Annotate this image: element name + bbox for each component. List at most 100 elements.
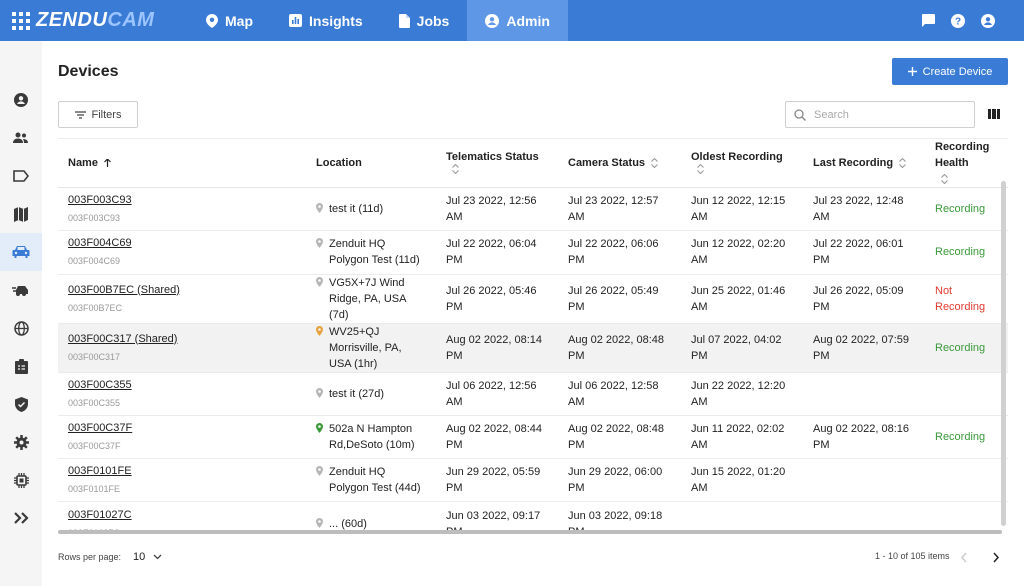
sidebar-item-groups[interactable] [0,119,42,157]
sort-ascending-icon[interactable] [104,159,111,168]
nav-label: Insights [309,12,363,29]
device-name-link[interactable]: 003F00C37F [68,420,296,436]
rows-per-page-select[interactable]: 10 [133,551,162,563]
sidebar-item-hardware[interactable] [0,461,42,499]
apps-grid-icon[interactable] [12,11,30,30]
columns-toggle-icon[interactable] [988,109,1000,119]
device-name-link[interactable]: 003F004C69 [68,235,296,251]
sidebar-item-security[interactable] [0,385,42,423]
filters-button[interactable]: Filters [58,101,138,128]
sort-unsorted-icon[interactable] [899,158,906,169]
device-name-link[interactable]: 003F00C355 [68,377,296,393]
device-serial: 003F00C355 [68,397,121,408]
nav-item-map[interactable]: Map [188,0,271,41]
sort-unsorted-icon[interactable] [651,158,658,169]
devices-table-container: Name Location Telematics Status Camera S… [58,138,1008,533]
vertical-scrollbar[interactable] [1001,181,1006,526]
column-header-label: Recording Health [935,141,990,169]
cell-oldest-recording: Jun 12 2022, 02:20 AM [681,230,803,275]
cell-oldest-recording: Jun 12 2022, 12:15 AM [681,187,803,232]
location-text: Zenduit HQ Polygon Test (44d) [329,466,421,495]
previous-page-button[interactable] [960,550,968,568]
table-row[interactable]: 003F00C37F 003F00C37F 502a N Hampton Rd,De… [58,415,1008,460]
filter-lines-icon [74,110,86,119]
sidebar-item-tags[interactable] [0,157,42,195]
cell-last-recording [803,501,925,533]
cell-last-recording [803,372,925,416]
column-header-name[interactable]: Name [58,139,306,188]
sort-unsorted-icon[interactable] [452,164,459,175]
map-pin-icon [206,13,218,28]
table-row[interactable]: 003F0101FE 003F0101FE Zenduit HQ Polygon T… [58,458,1008,503]
column-header-oldest-recording[interactable]: Oldest Recording [681,139,803,188]
devices-table: Name Location Telematics Status Camera S… [58,139,1008,533]
cell-last-recording: Aug 02 2022, 08:16 PM [803,415,925,460]
sidebar-item-settings[interactable] [0,423,42,461]
nav-label: Map [225,12,253,29]
cell-recording-health [925,501,1008,533]
cell-last-recording: Aug 02 2022, 07:59 PM [803,323,925,373]
cell-oldest-recording: Jun 25 2022, 01:46 AM [681,274,803,324]
table-row[interactable]: 003F01027C003F01027C... (60d)Jun 03 2022… [58,501,1008,533]
sidebar-item-map[interactable] [0,195,42,233]
nav-item-admin[interactable]: Admin [467,0,568,41]
table-row[interactable]: 003F003C93 003F003C93 test it (11d) Jul 23 … [58,187,1008,232]
column-header-label: Oldest Recording [691,151,783,163]
nav-item-jobs[interactable]: Jobs [381,0,468,41]
help-icon[interactable]: ? [950,13,966,29]
nav-item-insights[interactable]: Insights [271,0,381,41]
horizontal-scrollbar[interactable] [58,530,1002,534]
column-header-label: Location [316,157,362,169]
cell-camera-status: Aug 02 2022, 08:48 PM [558,323,681,373]
filters-label: Filters [91,108,122,121]
next-page-button[interactable] [992,550,1000,568]
sort-unsorted-icon[interactable] [697,164,704,175]
sidebar-expand[interactable] [0,499,42,537]
device-name-link[interactable]: 003F01027C [68,507,296,523]
cell-oldest-recording: Jun 22 2022, 12:20 AM [681,372,803,416]
table-row[interactable]: 003F00C355 003F00C355 test it (27d) Jul 06 … [58,372,1008,416]
sort-unsorted-icon[interactable] [941,174,948,185]
cell-oldest-recording: Jun 11 2022, 02:02 AM [681,415,803,460]
sidebar-item-globe[interactable] [0,309,42,347]
search-input[interactable] [814,108,964,121]
column-header-recording-health[interactable]: Recording Health [925,139,1008,188]
cell-last-recording: Jul 22 2022, 06:01 PM [803,230,925,275]
cell-telematics-status: Jun 03 2022, 09:17 PM [436,501,558,533]
device-serial: 003F003C93 [68,213,121,224]
sidebar-item-devices[interactable] [0,233,42,271]
column-header-telematics[interactable]: Telematics Status [436,139,558,188]
device-name-link[interactable]: 003F00B7EC (Shared) [68,282,296,298]
cell-oldest-recording [681,501,803,533]
sidebar-item-speed[interactable] [0,271,42,309]
cell-location: test it (11d) [306,187,436,232]
cell-location: WV25+QJ Morrisville, PA, USA (1hr) [306,323,436,373]
search-box [785,101,975,128]
cell-name: 003F00C355 003F00C355 [58,372,306,416]
cell-oldest-recording: Jun 15 2022, 01:20 AM [681,458,803,503]
cell-recording-health: Recording [925,415,1008,460]
table-row[interactable]: 003F00C317 (Shared) 003F00C317 WV25+QJ Mor… [58,323,1008,373]
shield-icon [14,396,28,412]
sidebar-item-reports[interactable] [0,347,42,385]
device-name-link[interactable]: 003F0101FE [68,463,296,479]
chevron-down-icon [153,554,162,560]
column-header-label: Name [68,157,98,169]
rows-per-page-label: Rows per page: [58,552,122,562]
app-logo[interactable]: ZENDUCAM [36,9,154,32]
cell-name: 003F00C37F 003F00C37F [58,415,306,460]
table-row[interactable]: 003F004C69 003F004C69 Zenduit HQ Polygon T… [58,230,1008,275]
device-name-link[interactable]: 003F00C317 (Shared) [68,331,296,347]
column-header-last-recording[interactable]: Last Recording [803,139,925,188]
user-account-icon[interactable] [980,13,996,29]
create-device-label: Create Device [922,65,993,78]
double-chevron-right-icon [13,512,29,524]
device-name-link[interactable]: 003F003C93 [68,192,296,208]
top-bar: ZENDUCAM Map Insights Jobs Admin ? [0,0,1024,41]
feedback-icon[interactable] [920,13,936,29]
table-row[interactable]: 003F00B7EC (Shared) 003F00B7EC VG5X+7J Win… [58,274,1008,324]
sidebar-item-users[interactable] [0,81,42,119]
column-header-camera[interactable]: Camera Status [558,139,681,188]
create-device-button[interactable]: Create Device [892,58,1008,85]
cell-recording-health: Not Recording [925,274,1008,324]
